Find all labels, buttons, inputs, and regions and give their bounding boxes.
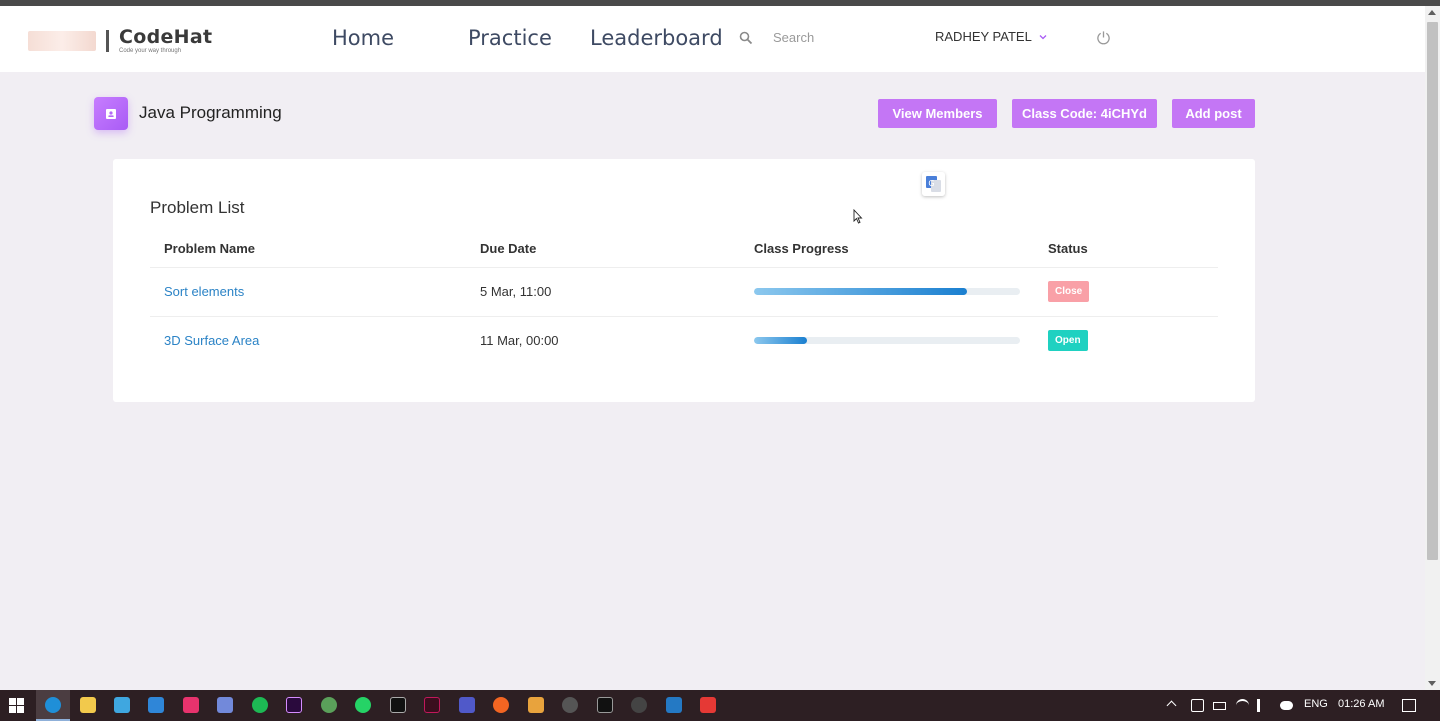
language-indicator[interactable]: ENG	[1304, 698, 1328, 710]
media-player-icon[interactable]	[183, 697, 199, 713]
nav-home-link[interactable]: Home	[332, 26, 394, 50]
brand-name: CodeHat	[119, 26, 213, 48]
column-header-status: Status	[1034, 230, 1218, 268]
vscode-icon[interactable]	[666, 697, 682, 713]
problem-name-link[interactable]: 3D Surface Area	[164, 333, 259, 348]
class-code-button[interactable]: Class Code: 4iCHYd	[1012, 99, 1157, 128]
taskbar: ENG 01:26 AM	[0, 690, 1440, 721]
status-badge: Open	[1048, 330, 1088, 352]
user-name: RADHEY PATEL	[935, 29, 1032, 44]
table-row: 3D Surface Area 11 Mar, 00:00 Open	[150, 316, 1218, 365]
whatsapp-icon[interactable]	[355, 697, 371, 713]
status-badge: Close	[1048, 281, 1090, 302]
battery-icon[interactable]	[1213, 702, 1226, 710]
contact-card-icon	[106, 108, 116, 119]
scroll-down-arrow-icon[interactable]	[1428, 681, 1436, 686]
nav-leaderboard-link[interactable]: Leaderboard	[590, 26, 723, 50]
view-members-button[interactable]: View Members	[878, 99, 997, 128]
problem-table: Problem Name Due Date Class Progress Sta…	[150, 230, 1218, 365]
nav-practice-link[interactable]: Practice	[468, 26, 552, 50]
show-hidden-icons-icon[interactable]	[1166, 700, 1177, 711]
intellij-icon[interactable]	[390, 697, 406, 713]
progress-track	[754, 337, 1020, 345]
progress-bar	[754, 288, 967, 295]
class-title: Java Programming	[139, 103, 282, 122]
brand-tagline: Code your way through	[119, 48, 182, 54]
app-globe-icon[interactable]	[321, 697, 337, 713]
scroll-up-arrow-icon[interactable]	[1428, 10, 1436, 15]
chevron-down-icon	[1039, 34, 1047, 39]
brand-logo[interactable]: CodeHat Code your way through	[28, 26, 213, 54]
add-post-button[interactable]: Add post	[1172, 99, 1255, 128]
scroll-thumb[interactable]	[1427, 22, 1438, 560]
user-menu[interactable]: RADHEY PATEL	[935, 29, 1048, 44]
problem-name-link[interactable]: Sort elements	[164, 284, 244, 299]
discord-icon[interactable]	[217, 697, 233, 713]
due-date: 11 Mar, 00:00	[480, 333, 559, 349]
due-date: 5 Mar, 11:00	[466, 267, 740, 317]
wifi-icon[interactable]	[1236, 699, 1249, 712]
svg-text:G: G	[928, 179, 934, 188]
translate-icon[interactable]: G	[922, 172, 945, 196]
volume-icon[interactable]	[1257, 699, 1265, 712]
app-red-icon[interactable]	[700, 697, 716, 713]
progress-bar	[754, 337, 808, 345]
terminal-icon[interactable]	[597, 697, 613, 713]
power-icon[interactable]	[1096, 30, 1111, 45]
navbar: CodeHat Code your way through Home Pract…	[0, 6, 1425, 72]
app-v-icon[interactable]	[424, 697, 440, 713]
logo-image	[28, 31, 96, 51]
app-network-icon[interactable]	[528, 697, 544, 713]
column-header-problem-name: Problem Name	[150, 230, 466, 268]
spotify-icon[interactable]	[252, 697, 268, 713]
edge-browser-icon[interactable]	[45, 697, 61, 713]
problem-list-card: G Problem List Problem Name Due Date Cla…	[113, 159, 1255, 402]
mouse-cursor-icon	[853, 209, 863, 224]
logo-divider	[106, 30, 109, 52]
mail-icon[interactable]	[148, 697, 164, 713]
obs-icon[interactable]	[562, 697, 578, 713]
class-icon	[94, 97, 128, 130]
progress-track	[754, 288, 1020, 295]
teams-icon[interactable]	[459, 697, 475, 713]
search-icon	[739, 31, 753, 44]
column-header-due-date: Due Date	[466, 230, 740, 268]
card-title: Problem List	[150, 198, 245, 217]
clock[interactable]: 01:26 AM	[1338, 698, 1384, 710]
column-header-class-progress: Class Progress	[740, 230, 1034, 268]
cloud-sync-icon[interactable]	[1280, 701, 1293, 710]
postman-icon[interactable]	[493, 697, 509, 713]
app-l-icon[interactable]	[114, 697, 130, 713]
table-row: Sort elements 5 Mar, 11:00 Close	[150, 267, 1218, 317]
premiere-pro-icon[interactable]	[286, 697, 302, 713]
search-box	[739, 30, 903, 45]
notifications-icon[interactable]	[1402, 699, 1416, 712]
app-circle-icon[interactable]	[631, 697, 647, 713]
search-input[interactable]	[773, 30, 903, 45]
page-scrollbar[interactable]	[1425, 6, 1440, 690]
windows-start-icon[interactable]	[9, 698, 24, 713]
meet-now-icon[interactable]	[1191, 699, 1204, 712]
file-explorer-icon[interactable]	[80, 697, 96, 713]
